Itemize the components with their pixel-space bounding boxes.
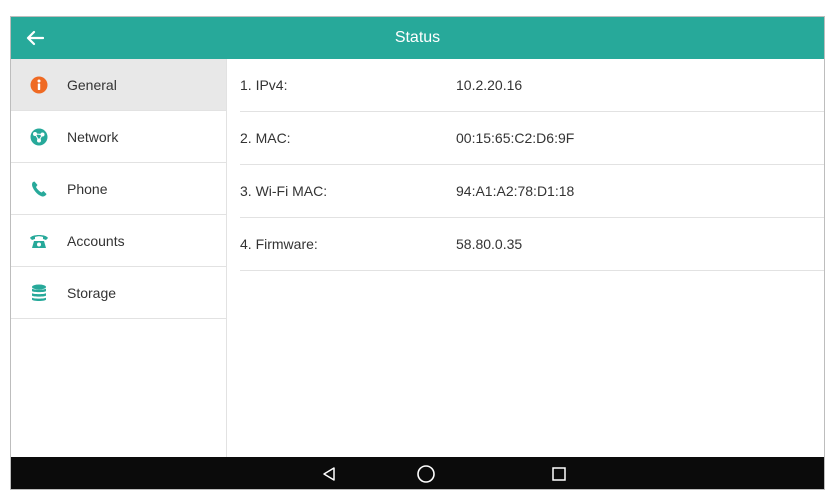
database-icon — [11, 267, 67, 319]
list-item: 1. IPv4: 10.2.20.16 — [240, 59, 824, 112]
item-value: 58.80.0.35 — [456, 236, 523, 252]
item-value: 94:A1:A2:78:D1:18 — [456, 183, 575, 199]
list-item: 3. Wi-Fi MAC: 94:A1:A2:78:D1:18 — [240, 165, 824, 218]
sidebar-item-network[interactable]: Network — [11, 111, 226, 163]
item-value: 10.2.20.16 — [456, 77, 523, 93]
item-label: 1. IPv4: — [240, 77, 288, 93]
phone-icon — [11, 163, 67, 215]
page-title: Status — [394, 29, 441, 46]
sidebar-item-label: Phone — [67, 180, 108, 197]
sidebar-item-label: Storage — [67, 284, 117, 301]
sidebar-item-storage[interactable]: Storage — [11, 267, 226, 319]
sidebar-item-accounts[interactable]: Accounts — [11, 215, 226, 267]
arrow-left-icon — [26, 30, 44, 46]
network-icon — [11, 111, 67, 163]
sidebar: General Network Phone Accounts Storage — [11, 59, 227, 457]
item-label: 4. Firmware: — [240, 236, 318, 252]
item-value: 00:15:65:C2:D6:9F — [456, 130, 575, 146]
nav-back-button[interactable] — [309, 457, 349, 489]
back-button[interactable] — [21, 24, 49, 52]
nav-recents-button[interactable] — [539, 457, 579, 489]
list-item: 2. MAC: 00:15:65:C2:D6:9F — [240, 112, 824, 165]
desk-phone-icon — [11, 215, 67, 267]
sidebar-item-phone[interactable]: Phone — [11, 163, 226, 215]
item-label: 2. MAC: — [240, 130, 291, 146]
sidebar-item-label: Accounts — [67, 232, 125, 249]
item-label: 3. Wi-Fi MAC: — [240, 183, 328, 199]
recents-square-icon — [552, 467, 566, 481]
status-screen: Status General Network Phone Accounts St… — [10, 16, 825, 490]
back-triangle-icon — [323, 467, 335, 481]
nav-home-button[interactable] — [406, 457, 446, 489]
system-navigation-bar — [11, 457, 824, 489]
sidebar-item-general[interactable]: General — [11, 59, 226, 111]
info-icon — [11, 59, 67, 111]
title-bar: Status — [11, 17, 824, 59]
sidebar-item-label: Network — [67, 128, 119, 145]
sidebar-item-label: General — [67, 76, 117, 93]
list-item: 4. Firmware: 58.80.0.35 — [240, 218, 824, 271]
status-detail-list: 1. IPv4: 10.2.20.16 2. MAC: 00:15:65:C2:… — [228, 59, 824, 457]
home-circle-icon — [417, 465, 435, 483]
